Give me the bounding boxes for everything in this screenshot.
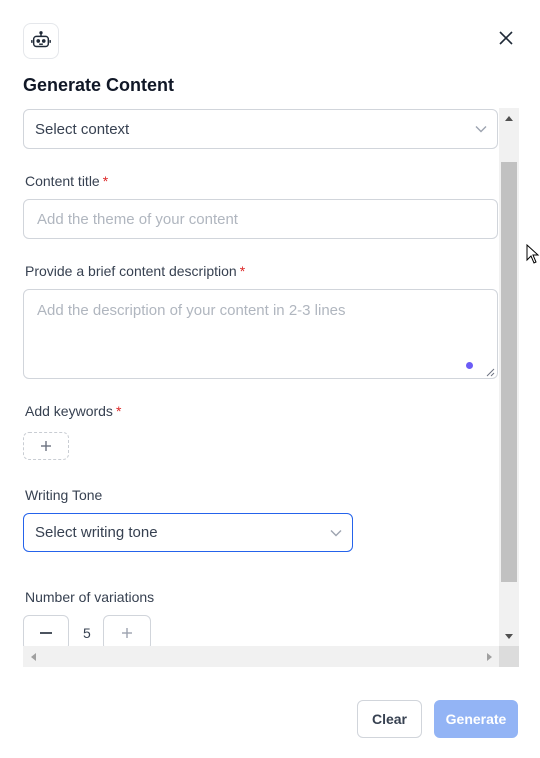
writing-tone-value: Select writing tone [35, 524, 158, 541]
keywords-label: Add keywords * [25, 403, 122, 419]
resize-handle-icon[interactable] [485, 367, 495, 377]
required-marker: * [102, 173, 109, 189]
chevron-down-icon [475, 121, 487, 138]
scroll-left-arrow-icon[interactable] [23, 646, 43, 667]
description-placeholder: Add the description of your content in 2… [37, 302, 346, 319]
vertical-scrollbar-thumb[interactable] [501, 162, 517, 582]
add-keyword-button[interactable] [23, 432, 69, 460]
chevron-down-icon [330, 524, 342, 541]
description-textarea[interactable]: Add the description of your content in 2… [23, 289, 498, 379]
required-marker: * [115, 403, 122, 419]
scrollbar-corner [499, 646, 519, 667]
writing-tone-label: Writing Tone [25, 487, 103, 503]
horizontal-scrollbar[interactable] [23, 646, 499, 667]
generate-content-dialog: Generate Content Select context Content … [0, 0, 540, 758]
variations-label: Number of variations [25, 589, 155, 605]
minus-icon [40, 632, 52, 634]
robot-icon [23, 23, 59, 59]
context-select[interactable]: Select context [23, 109, 498, 149]
mouse-cursor-icon [526, 244, 540, 264]
grammar-assistant-dot[interactable] [466, 362, 473, 369]
vertical-scrollbar[interactable] [499, 108, 519, 646]
close-icon[interactable] [496, 28, 516, 48]
generate-button[interactable]: Generate [434, 700, 518, 738]
context-select-value: Select context [35, 120, 130, 138]
content-title-label: Content title * [25, 173, 109, 189]
dialog-title: Generate Content [23, 75, 175, 95]
content-title-placeholder: Add the theme of your content [37, 210, 238, 228]
plus-icon [122, 628, 132, 638]
writing-tone-select[interactable]: Select writing tone [23, 513, 353, 552]
scroll-down-arrow-icon[interactable] [499, 626, 519, 646]
variations-value: 5 [83, 625, 91, 641]
clear-button[interactable]: Clear [357, 700, 422, 738]
scroll-up-arrow-icon[interactable] [499, 108, 519, 128]
required-marker: * [239, 263, 246, 279]
plus-icon [41, 441, 51, 451]
description-label: Provide a brief content description * [25, 263, 246, 279]
scroll-right-arrow-icon[interactable] [479, 646, 499, 667]
form-scroll-area: Select context Content title * Add the th… [23, 108, 519, 667]
content-title-input[interactable]: Add the theme of your content [23, 199, 498, 239]
